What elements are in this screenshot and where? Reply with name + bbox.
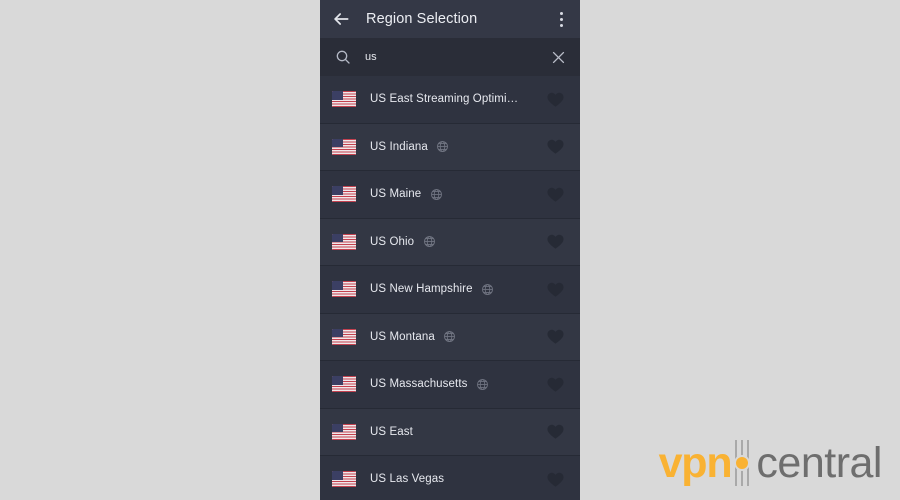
heart-icon[interactable] <box>544 88 566 110</box>
region-row-8[interactable]: US Las Vegas <box>320 456 580 500</box>
us-flag-icon <box>332 376 356 393</box>
us-flag-icon <box>332 281 356 298</box>
region-row-4[interactable]: US New Hampshire <box>320 266 580 314</box>
region-row-1[interactable]: US Indiana <box>320 123 580 171</box>
heart-icon[interactable] <box>544 278 566 300</box>
more-vertical-icon[interactable] <box>550 7 572 31</box>
region-name: US East Streaming Optimi… <box>370 93 519 106</box>
globe-icon <box>429 187 443 201</box>
watermark-divider-icon <box>729 440 755 486</box>
region-row-2[interactable]: US Maine <box>320 171 580 219</box>
heart-icon[interactable] <box>544 183 566 205</box>
globe-icon <box>436 140 450 154</box>
globe-icon <box>475 377 489 391</box>
us-flag-icon <box>332 138 356 155</box>
region-row-3[interactable]: US Ohio <box>320 218 580 266</box>
watermark-vpn-text: vpn <box>658 438 733 487</box>
region-name: US New Hampshire <box>370 283 473 296</box>
search-icon <box>334 49 351 66</box>
us-flag-icon <box>332 233 356 250</box>
region-selection-screen: Region Selection us US East Streaming Op… <box>320 0 580 500</box>
us-flag-icon <box>332 186 356 203</box>
heart-icon[interactable] <box>544 373 566 395</box>
app-bar: Region Selection <box>320 0 580 38</box>
globe-icon <box>481 282 495 296</box>
region-name: US Ohio <box>370 235 415 248</box>
region-name: US East <box>370 425 413 438</box>
region-list[interactable]: US East Streaming Optimi… US Indiana US … <box>320 76 580 500</box>
search-bar <box>320 38 580 76</box>
page-title: Region Selection <box>366 11 478 27</box>
region-name: US Indiana <box>370 140 428 153</box>
us-flag-icon <box>332 91 356 108</box>
menu-dot <box>559 17 563 21</box>
vpncentral-watermark: vpn central <box>659 440 882 486</box>
menu-dot <box>559 23 563 27</box>
heart-icon[interactable] <box>544 136 566 158</box>
heart-icon[interactable] <box>544 421 566 443</box>
search-input[interactable] <box>365 51 548 63</box>
region-name: US Maine <box>370 188 422 201</box>
heart-icon[interactable] <box>544 231 566 253</box>
region-row-7[interactable]: US East <box>320 408 580 456</box>
region-row-0[interactable]: US East Streaming Optimi… <box>320 76 580 124</box>
us-flag-icon <box>332 423 356 440</box>
us-flag-icon <box>332 328 356 345</box>
search-input-wrapper <box>365 38 548 76</box>
watermark-central-text: central <box>756 438 882 487</box>
globe-icon <box>443 330 457 344</box>
region-row-5[interactable]: US Montana <box>320 313 580 361</box>
globe-icon <box>422 235 436 249</box>
region-name: US Las Vegas <box>370 473 445 486</box>
close-icon[interactable] <box>548 47 568 67</box>
us-flag-icon <box>332 471 356 488</box>
region-name: US Montana <box>370 330 435 343</box>
heart-icon[interactable] <box>544 468 566 490</box>
heart-icon[interactable] <box>544 326 566 348</box>
menu-dot <box>559 11 563 15</box>
back-arrow-icon[interactable] <box>330 8 352 30</box>
region-row-6[interactable]: US Massachusetts <box>320 361 580 409</box>
region-name: US Massachusetts <box>370 378 468 391</box>
